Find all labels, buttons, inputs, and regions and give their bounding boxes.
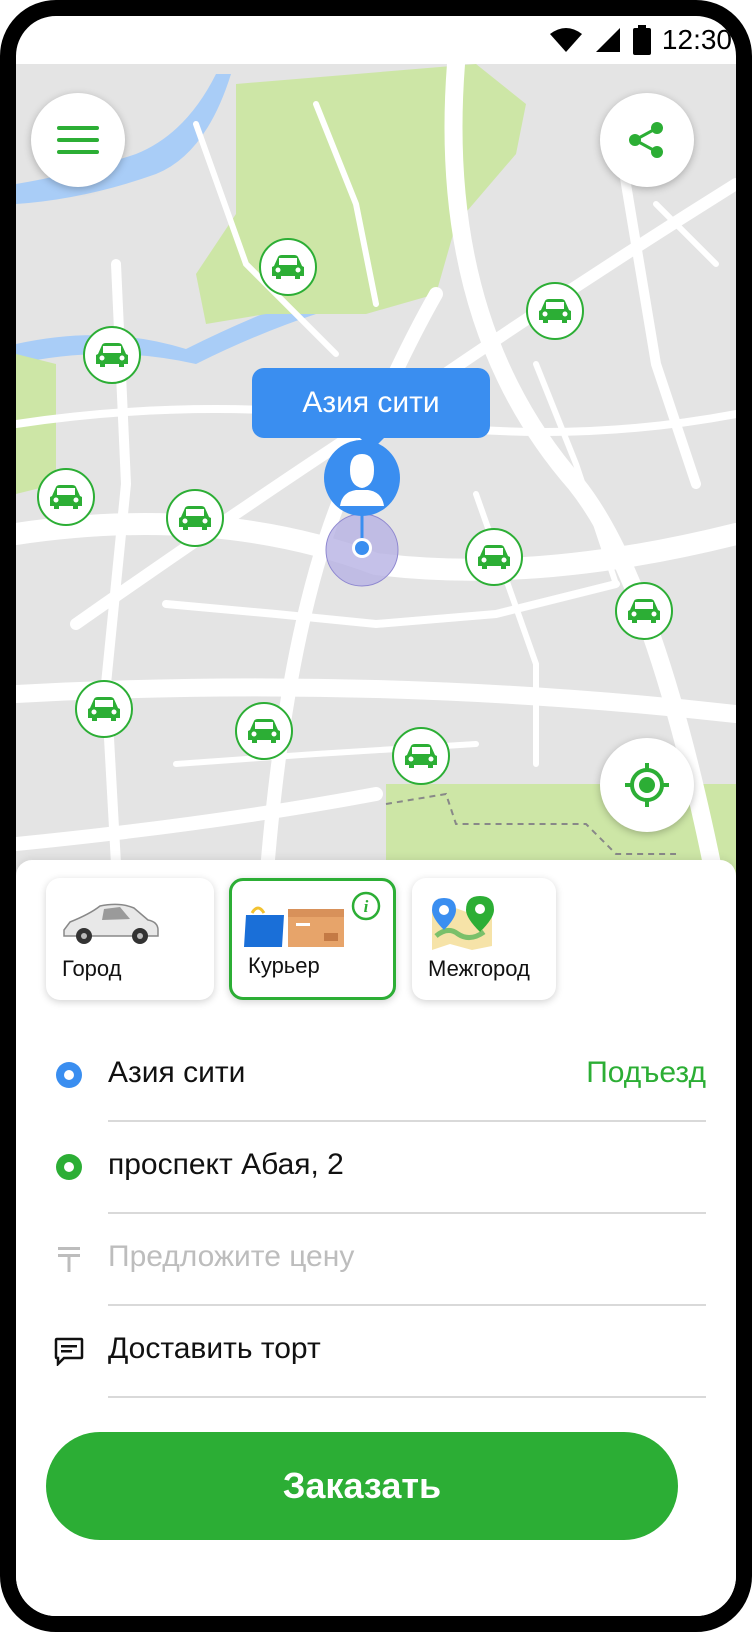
car-icon [405,744,437,768]
intercity-map-icon [432,896,494,950]
courier-box-icon [244,906,344,947]
pickup-address: Азия сити [108,1056,246,1089]
mode-intercity-label: Межгород [428,956,530,981]
tenge-currency-icon [58,1247,80,1272]
entrance-link[interactable]: Подъезд [586,1056,706,1090]
comment-icon [54,1337,84,1366]
taxi-car-marker[interactable] [37,468,95,526]
pickup-label-bubble[interactable]: Азия сити [252,368,490,450]
pickup-pin[interactable] [322,440,402,590]
destination-row[interactable]: проспект Абая, 2 [16,1122,736,1214]
price-row[interactable]: Предложите цену [16,1214,736,1306]
locate-me-button[interactable] [600,738,694,832]
status-time: 12:30 [661,24,732,55]
order-button[interactable]: Заказать [46,1432,678,1540]
share-icon [629,122,663,158]
pickup-dot-icon [56,1062,82,1088]
map-view[interactable]: Азия сити [16,64,736,884]
destination-address: проспект Абая, 2 [108,1148,344,1181]
car-icon [248,719,280,743]
price-input[interactable]: Предложите цену [108,1240,354,1274]
car-icon [96,343,128,367]
mode-intercity[interactable]: Межгород [412,878,556,1000]
car-icon [88,697,120,721]
pickup-row[interactable]: Азия сити Подъезд [16,1030,736,1122]
car-icon [179,506,211,530]
taxi-car-marker[interactable] [75,680,133,738]
taxi-car-marker[interactable] [465,528,523,586]
phone-frame: 12:30 Азия сити Город i Курьер Межгород … [0,0,752,1632]
taxi-car-marker[interactable] [83,326,141,384]
mode-city-label: Город [62,956,122,981]
comment-text: Доставить торт [108,1332,321,1365]
taxi-car-marker[interactable] [235,702,293,760]
menu-button[interactable] [31,93,125,187]
taxi-car-marker[interactable] [526,282,584,340]
divider [108,1396,706,1398]
destination-dot-icon [56,1154,82,1180]
status-bar: 12:30 [16,16,736,64]
svg-text:i: i [364,897,369,916]
car-icon [63,903,159,944]
pickup-label-text: Азия сити [302,386,440,419]
comment-row[interactable]: Доставить торт [16,1306,736,1398]
taxi-car-marker[interactable] [392,727,450,785]
hamburger-menu-icon [57,126,99,154]
taxi-car-marker[interactable] [615,582,673,640]
battery-icon [632,25,651,55]
mode-courier-label: Курьер [248,953,320,978]
car-icon [478,545,510,569]
car-icon [628,599,660,623]
info-icon[interactable]: i [351,891,381,921]
car-icon [539,299,571,323]
car-icon [50,485,82,509]
order-sheet: Город i Курьер Межгород Азия сити Подъез… [16,860,736,1616]
car-icon [272,255,304,279]
wifi-icon [549,28,582,52]
locate-me-icon [625,763,669,807]
mode-city[interactable]: Город [46,878,214,1000]
signal-icon [595,28,620,52]
taxi-car-marker[interactable] [166,489,224,547]
share-button[interactable] [600,93,694,187]
taxi-car-marker[interactable] [259,238,317,296]
mode-courier[interactable]: i Курьер [229,878,396,1000]
